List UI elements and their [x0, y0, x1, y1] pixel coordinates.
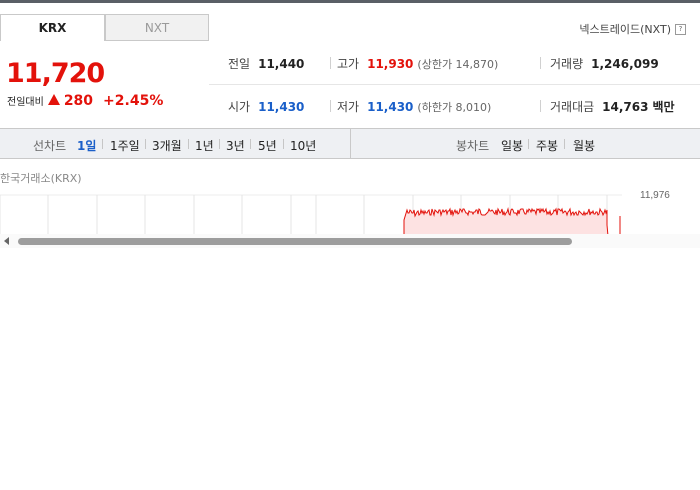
stat-label: 거래량	[550, 57, 584, 71]
stat-value: 1,246,099	[591, 57, 659, 71]
stat-value: 11,430	[258, 100, 305, 114]
divider	[330, 100, 331, 112]
stat-label: 전일	[228, 57, 251, 71]
stat-volume: 거래량 1,246,099	[550, 55, 659, 72]
divider	[540, 100, 541, 112]
divider	[564, 139, 565, 149]
stats-divider	[209, 84, 700, 85]
stat-label: 고가	[337, 57, 360, 71]
stat-label: 시가	[228, 100, 251, 114]
stat-value: 14,763	[602, 100, 649, 114]
stat-sub: (하한가 8,010)	[417, 101, 492, 114]
stat-unit: 백만	[652, 100, 675, 114]
candle-monthly[interactable]: 월봉	[573, 137, 595, 154]
nextrade-link[interactable]: 넥스트레이드(NXT) ?	[579, 21, 686, 37]
candle-daily[interactable]: 일봉	[501, 137, 523, 154]
stat-amount: 거래대금 14,763 백만	[550, 98, 675, 115]
current-price: 11,720	[6, 58, 105, 89]
price-chart: 11,976	[0, 190, 670, 236]
candle-chart-title: 봉차트	[456, 139, 490, 153]
period-10y[interactable]: 10년	[290, 137, 316, 154]
stat-label: 거래대금	[550, 100, 595, 114]
stat-low: 저가 11,430 (하한가 8,010)	[337, 98, 491, 115]
divider	[283, 139, 284, 149]
tab-krx[interactable]: KRX	[0, 14, 105, 41]
change-label: 전일대비	[7, 97, 44, 108]
stat-value: 11,440	[258, 57, 305, 71]
divider	[188, 139, 189, 149]
period-1d[interactable]: 1일	[77, 137, 96, 154]
divider	[250, 139, 251, 149]
tab-nxt[interactable]: NXT	[105, 14, 209, 41]
price-change: 전일대비 280 +2.45%	[7, 93, 163, 109]
change-value: 280	[63, 93, 94, 109]
help-icon[interactable]: ?	[675, 23, 686, 35]
period-3y[interactable]: 3년	[226, 137, 245, 154]
nextrade-link-label: 넥스트레이드(NXT)	[579, 23, 671, 36]
stat-value: 11,930	[367, 57, 414, 71]
line-chart-title: 선차트	[33, 139, 67, 153]
period-5y[interactable]: 5년	[258, 137, 277, 154]
divider	[102, 139, 103, 149]
candle-weekly[interactable]: 주봉	[536, 137, 558, 154]
stat-label: 저가	[337, 100, 360, 114]
divider	[528, 139, 529, 149]
divider	[145, 139, 146, 149]
divider	[219, 139, 220, 149]
period-1y[interactable]: 1년	[195, 137, 214, 154]
period-1w[interactable]: 1주일	[110, 137, 140, 154]
stat-value: 11,430	[367, 100, 414, 114]
divider	[330, 57, 331, 69]
change-rate: +2.45%	[103, 93, 164, 109]
chart-scroll-thumb[interactable]	[18, 238, 572, 245]
period-bar-divider	[350, 129, 351, 158]
scroll-left-arrow-icon[interactable]	[4, 237, 9, 245]
chart-period-bar: 선차트 1일 1주일 3개월 1년 3년 5년 10년 봉차트 일봉 주봉 월봉	[0, 128, 700, 159]
stat-sub: (상한가 14,870)	[417, 58, 499, 71]
y-axis-max-label: 11,976	[640, 190, 670, 201]
top-border	[0, 0, 700, 3]
up-triangle-icon	[47, 94, 60, 105]
stat-open: 시가 11,430	[228, 98, 304, 115]
chart-source-label: 한국거래소(KRX)	[0, 172, 82, 185]
stat-prev-close: 전일 11,440	[228, 55, 304, 72]
stat-high: 고가 11,930 (상한가 14,870)	[337, 55, 498, 72]
period-3m[interactable]: 3개월	[152, 137, 182, 154]
divider	[540, 57, 541, 69]
